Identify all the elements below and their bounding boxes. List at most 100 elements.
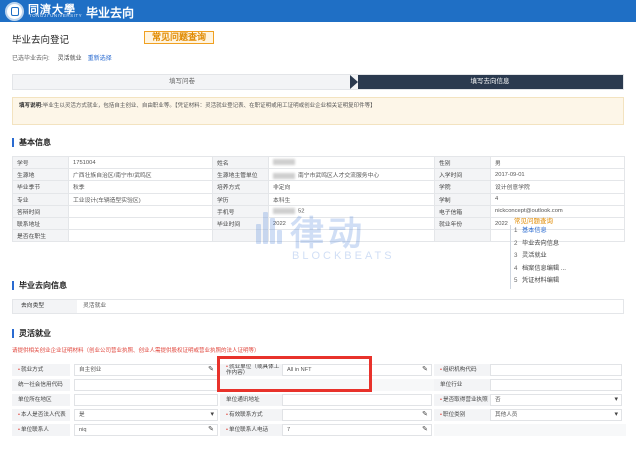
reselect-link[interactable]: 重新选择 [88,56,112,62]
form-field-value: 是 [79,412,85,418]
form-input[interactable]: 自主创业 ✎ [74,364,218,376]
watermark-text-cn: 律动 [290,215,366,253]
info-row: 学号 1751004 姓名 性别男 [12,155,625,170]
info-value: 4 [490,192,625,206]
info-value: 秋季 [68,180,213,194]
chevron-down-icon[interactable]: ▾ [614,410,618,420]
info-value-text: 设计创意学院 [495,185,530,192]
edit-pencil-icon[interactable]: ✎ [208,425,214,435]
form-field-label-text: 单位通讯地址 [226,397,260,403]
destination-row: 去向类型 灵活就业 [12,299,624,314]
form-field-label-text: 单位联系人电话 [228,427,269,433]
watermark-logo-icon [256,208,282,244]
info-value: 工业设计(车辆造型实验区) [68,192,213,206]
info-value: 非定向 [268,180,435,194]
edit-pencil-icon[interactable]: ✎ [422,365,428,375]
sidenav-item-materials[interactable]: 5 凭证材料编辑 [506,275,616,288]
info-key: 学院 [434,180,491,194]
sidenav-item-archive[interactable]: 4 档案信息编辑 ... [506,263,616,276]
sidenav-item-num: 4 [514,264,518,272]
form-field-value: 7 [287,427,291,433]
step-questionnaire[interactable]: 填写问卷 [13,75,351,89]
info-row: 毕业季节 秋季 培养方式 非定向 学院 设计创意学院 [12,180,625,194]
sidenav-item-basic-info[interactable]: 1 基本信息 [506,225,616,238]
sidenav-faq-link[interactable]: 常见问题查询 [514,215,616,225]
info-key: 毕业季节 [12,180,69,194]
highlight-box [217,356,372,392]
form-field-value: 否 [495,397,501,403]
form-field-label: •是否取得营业执照 [434,394,490,406]
sidenav-item-label: 档案信息编辑 ... [522,264,567,272]
watermark-text-en: BLOCKBEATS [292,250,395,262]
required-marker: • [18,427,20,433]
redacted-blur [273,172,295,179]
materials-warning: 请提供相关创业企业证明材料（创业公司营业执照、创业人需提供股权证明或营业执照的法… [12,348,260,354]
form-blank-cell [434,424,626,436]
section-basic-info: 基本信息 [12,138,51,147]
form-field-label: 单位通讯地址 [220,394,282,406]
info-value: 2017-09-01 [490,168,625,182]
edit-pencil-icon[interactable]: ✎ [422,410,428,420]
sidenav-item-num: 3 [514,252,518,259]
info-key: 联系地址 [12,216,69,231]
form-select[interactable]: 是 ▾ [74,409,218,421]
required-marker: • [18,367,20,373]
sidenav-item-label: 凭证材料编辑 [522,277,560,284]
step-destination-info[interactable]: 填写去向信息 [350,75,623,89]
info-value: 男 [490,155,625,170]
form-row: •本人是否法人代表是 ▾ •有效联系方式 ✎ •职位类别 其他人员 ▾ [12,409,624,422]
info-key: 是否在职生 [12,229,69,243]
form-field-label: 单位所在地区 [12,394,70,406]
notice-text: 毕业生以灵活方式就业，包括自主创业、自由职业等。【凭证材料：灵活就业登记表、在职… [42,103,376,109]
form-field-label-text: 统一社会信用代码 [18,382,63,388]
edit-pencil-icon[interactable]: ✎ [208,365,214,375]
form-input[interactable] [74,379,218,391]
info-key: 学号 [12,155,69,170]
destination-type-value: 灵活就业 [83,303,107,309]
required-marker: • [440,367,442,373]
edit-pencil-icon[interactable]: ✎ [422,425,428,435]
info-key: 培养方式 [212,180,269,194]
required-marker: • [18,412,20,418]
form-input[interactable]: niq ✎ [74,424,218,436]
selected-value: 灵活就业 [57,56,82,62]
sidenav-item-num: 2 [514,239,518,247]
form-field-label-text: 职位类别 [442,412,466,418]
info-value: 设计创意学院 [490,180,625,194]
app-title: 毕业去向 [86,6,135,20]
form-field-label: 统一社会信用代码 [12,379,70,391]
sidenav-item-destination[interactable]: 2 毕业去向信息 [506,238,616,251]
form-select[interactable]: 其他人员 ▾ [490,409,622,421]
form-field-label: 单位行业 [434,379,490,391]
form-select[interactable]: 否 ▾ [490,394,622,406]
section-destination: 毕业去向信息 [12,281,67,290]
form-field-label-text: 单位联系人 [20,427,49,433]
info-value [68,216,213,231]
form-field-label: •就业方式 [12,364,70,376]
form-input[interactable]: ✎ [282,409,432,421]
chevron-down-icon[interactable]: ▾ [614,395,618,405]
info-key: 答辩时间 [12,204,69,218]
sidenav-item-flexible[interactable]: 3 灵活就业 [506,250,616,263]
required-marker: • [440,397,442,403]
form-input[interactable] [282,394,432,406]
form-input[interactable]: 7 ✎ [282,424,432,436]
form-input[interactable] [74,394,218,406]
form-input[interactable] [490,364,622,376]
info-row: 生源地 广西壮族自治区/南宁市/武鸣区 生源地主管单位 南宁市武鸣区人才交流服务中心 入… [12,168,625,182]
progress-steps: 填写问卷 填写去向信息 [12,74,624,90]
chevron-down-icon[interactable]: ▾ [210,410,214,420]
form-row: •单位联系人 niq ✎ •单位联系人电话 7 ✎ [12,424,626,437]
form-field-value: 其他人员 [495,412,518,418]
faq-button[interactable]: 常见问题查询 [144,31,214,44]
form-field-label-text: 有效联系方式 [228,412,263,418]
section-flexible-employment: 灵活就业 [12,329,51,338]
notice-label: 填写说明: [19,103,43,109]
info-key: 专业 [12,192,69,206]
info-value: 1751004 [68,155,213,170]
required-marker: • [226,412,228,418]
form-input[interactable] [490,379,622,391]
required-marker: • [440,412,442,418]
form-field-label: •单位联系人 [12,424,70,436]
info-key: 入学时间 [434,168,491,182]
